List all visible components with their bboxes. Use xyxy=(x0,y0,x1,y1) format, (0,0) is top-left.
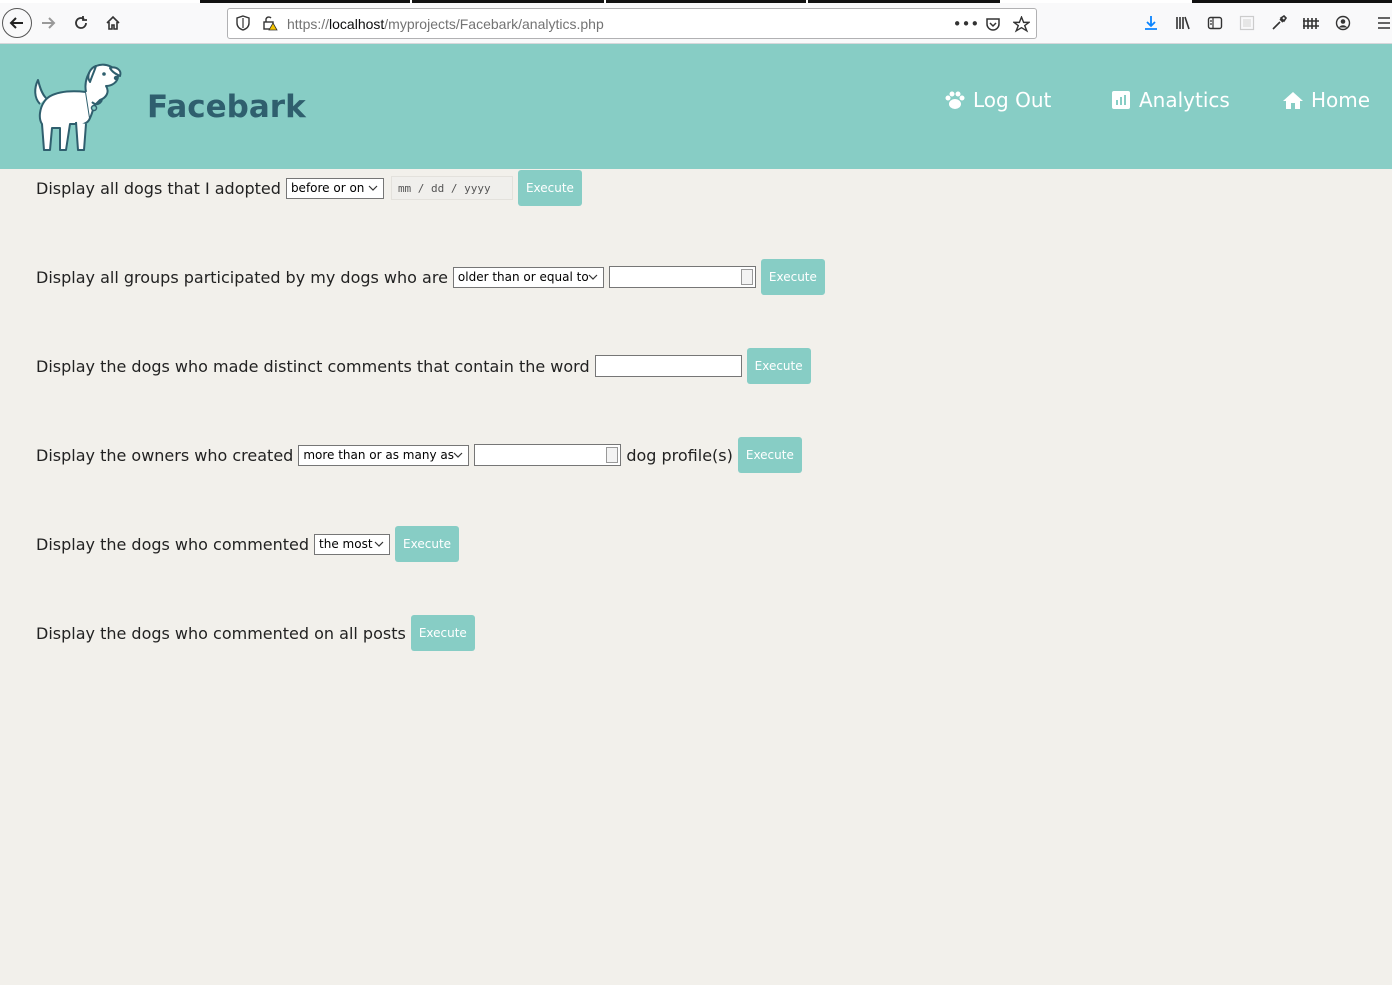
library-icon[interactable] xyxy=(1173,13,1193,33)
chevron-down-icon xyxy=(588,274,598,280)
url-host: localhost xyxy=(329,16,385,32)
brand-title[interactable]: Facebark xyxy=(147,89,306,125)
execute-button[interactable]: Execute xyxy=(737,437,802,473)
fence-extension-icon[interactable] xyxy=(1301,13,1321,33)
chevron-down-icon xyxy=(368,185,378,191)
execute-button[interactable]: Execute xyxy=(517,170,582,206)
query-text: Display the owners who created xyxy=(36,445,294,465)
nav-home-link[interactable]: Home xyxy=(1282,88,1370,112)
back-arrow-icon xyxy=(9,17,23,29)
pocket-icon[interactable] xyxy=(983,14,1003,34)
eyedropper-icon[interactable] xyxy=(1269,13,1289,33)
execute-button[interactable]: Execute xyxy=(760,259,825,295)
query-text: Display the dogs who commented on all po… xyxy=(36,623,406,643)
account-icon[interactable] xyxy=(1333,13,1353,33)
query-text: Display all groups participated by my do… xyxy=(36,267,448,287)
page-actions-icon[interactable]: ••• xyxy=(953,14,980,34)
age-number-input[interactable] xyxy=(608,266,756,288)
query-text: Display the dogs who made distinct comme… xyxy=(36,356,590,376)
query-row-adopted-date: Display all dogs that I adopted before o… xyxy=(36,170,582,206)
paw-icon xyxy=(944,89,966,111)
query-row-all-posts: Display the dogs who commented on all po… xyxy=(36,615,475,651)
query-text: Display the dogs who commented xyxy=(36,534,310,554)
forward-arrow-icon xyxy=(42,17,56,29)
house-icon xyxy=(1282,89,1304,111)
home-browser-button[interactable] xyxy=(99,9,127,37)
age-comparison-select[interactable]: older than or equal to xyxy=(452,266,604,288)
select-value: older than or equal to xyxy=(457,270,589,284)
nav-analytics-label: Analytics xyxy=(1139,88,1230,112)
number-spinner-icon[interactable] xyxy=(740,269,753,285)
back-button[interactable] xyxy=(2,8,32,38)
downloads-icon[interactable] xyxy=(1141,13,1161,33)
profile-count-comparison-select[interactable]: more than or as many as xyxy=(298,444,470,466)
select-value: more than or as many as xyxy=(303,448,454,462)
forward-button[interactable] xyxy=(34,9,62,37)
execute-button[interactable]: Execute xyxy=(746,348,811,384)
reload-button[interactable] xyxy=(67,9,95,37)
execute-button[interactable]: Execute xyxy=(395,526,460,562)
nav-home-label: Home xyxy=(1311,88,1371,112)
hamburger-menu-icon[interactable] xyxy=(1374,13,1392,33)
sidebar-icon[interactable] xyxy=(1205,13,1225,33)
insecure-lock-icon[interactable] xyxy=(262,15,278,31)
query-row-comment-word: Display the dogs who made distinct comme… xyxy=(36,348,811,384)
chevron-down-icon xyxy=(453,452,463,458)
chevron-down-icon xyxy=(374,541,384,547)
nav-analytics-link[interactable]: Analytics xyxy=(1110,88,1230,112)
number-spinner-icon[interactable] xyxy=(606,447,619,463)
select-value: before or on xyxy=(290,181,365,195)
dog-logo-icon[interactable] xyxy=(30,62,125,154)
nav-logout-link[interactable]: Log Out xyxy=(944,88,1051,112)
comment-word-input[interactable] xyxy=(594,355,742,377)
browser-toolbar: https://localhost/myprojects/Facebark/an… xyxy=(0,3,1392,44)
adopted-date-input[interactable]: mm / dd / yyyy xyxy=(390,176,513,200)
nav-logout-label: Log Out xyxy=(973,88,1052,112)
shield-icon[interactable] xyxy=(236,15,250,31)
site-header: Facebark Log Out Analytics Home xyxy=(0,44,1392,169)
url-prefix: https:// xyxy=(287,16,330,32)
home-icon xyxy=(106,15,120,30)
url-bar[interactable]: https://localhost/myprojects/Facebark/an… xyxy=(227,8,1037,39)
url-path: /myprojects/Facebark/analytics.php xyxy=(384,16,604,32)
reload-icon xyxy=(75,16,87,29)
url-text: https://localhost/myprojects/Facebark/an… xyxy=(287,16,604,32)
analytics-chart-icon xyxy=(1110,89,1132,111)
date-placeholder: mm / dd / yyyy xyxy=(397,181,491,195)
query-row-groups-age: Display all groups participated by my do… xyxy=(36,259,825,295)
profile-count-input[interactable] xyxy=(474,444,622,466)
date-comparison-select[interactable]: before or on xyxy=(285,177,384,199)
extension-icon[interactable] xyxy=(1237,13,1257,33)
execute-button[interactable]: Execute xyxy=(410,615,475,651)
query-row-most-comments: Display the dogs who commented the most … xyxy=(36,526,460,562)
query-suffix-text: dog profile(s) xyxy=(626,445,733,465)
bookmark-star-icon[interactable] xyxy=(1011,14,1031,34)
query-text: Display all dogs that I adopted xyxy=(36,178,281,198)
most-least-select[interactable]: the most xyxy=(314,533,391,555)
select-value: the most xyxy=(319,537,373,551)
query-row-owner-profiles: Display the owners who created more than… xyxy=(36,437,802,473)
